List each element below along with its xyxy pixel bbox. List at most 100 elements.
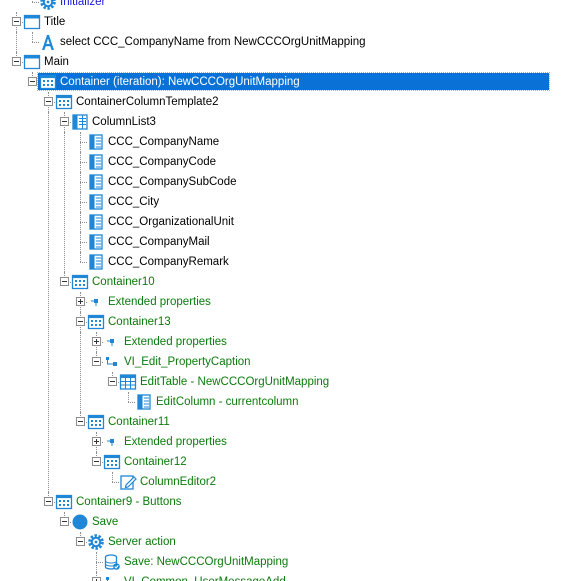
column-editor-icon	[119, 473, 137, 491]
tree-node-label: Extended properties	[124, 436, 227, 448]
column-icon	[135, 393, 153, 411]
column-icon	[87, 173, 105, 191]
collapse-toggle[interactable]	[60, 117, 69, 126]
tree-node-col-companyremark[interactable]: CCC_CompanyRemark	[0, 252, 569, 272]
tree-node-col-companyname[interactable]: CCC_CompanyName	[0, 132, 569, 152]
tree-node-label: VI_Common_UserMessageAdd	[124, 575, 286, 581]
tree-node-columneditor2[interactable]: ColumnEditor2	[0, 472, 569, 492]
designer-tree-view[interactable]: Initializer Title select CCC_CompanyName f…	[0, 0, 569, 581]
tree-node-label: CCC_CompanySubCode	[108, 176, 237, 188]
tree-node-container11[interactable]: Container11	[0, 412, 569, 432]
table-icon	[119, 373, 137, 391]
grid-icon	[87, 313, 105, 331]
collapse-toggle[interactable]	[92, 457, 101, 466]
tree-node-label: ColumnList3	[92, 116, 156, 128]
grid-icon	[55, 93, 73, 111]
tree-node-col-city[interactable]: CCC_City	[0, 192, 569, 212]
tree-node-label: Container9 - Buttons	[76, 496, 182, 508]
tree-node-vi-edit-propertycaption[interactable]: VI_Edit_PropertyCaption	[0, 352, 569, 372]
database-icon	[103, 553, 121, 571]
expand-toggle[interactable]	[92, 437, 101, 446]
component-reference-icon	[103, 573, 121, 581]
tree-node-label: Extended properties	[108, 296, 211, 308]
tree-node-label: CCC_CompanyRemark	[108, 256, 229, 268]
tree-node-editcolumn[interactable]: EditColumn - currentcolumn	[0, 392, 569, 412]
tree-node-label: CCC_City	[108, 196, 160, 208]
tree-node-label: select CCC_CompanyName from NewCCCOrgUni…	[60, 36, 366, 48]
tree-node-label: Initializer	[60, 0, 106, 8]
tree-node-label: Container (iteration): NewCCCOrgUnitMapp…	[60, 76, 300, 88]
tree-node-container13[interactable]: Container13	[0, 312, 569, 332]
tree-node-extprops-1[interactable]: Extended properties	[0, 292, 569, 312]
tree-node-extprops-2[interactable]: Extended properties	[0, 332, 569, 352]
collapse-toggle[interactable]	[76, 317, 85, 326]
tree-node-label: ContainerColumnTemplate2	[76, 96, 219, 108]
circle-icon	[71, 513, 89, 531]
tree-node-label: Main	[44, 56, 69, 68]
column-list-icon	[71, 113, 89, 131]
tree-node-container-column-template2[interactable]: ContainerColumnTemplate2	[0, 92, 569, 112]
tree-node-col-companysubcode[interactable]: CCC_CompanySubCode	[0, 172, 569, 192]
column-icon	[87, 153, 105, 171]
gear-icon	[39, 0, 57, 11]
collapse-toggle[interactable]	[60, 517, 69, 526]
tree-node-container-iteration[interactable]: Container (iteration): NewCCCOrgUnitMapp…	[0, 72, 569, 92]
extended-properties-icon	[103, 333, 121, 351]
collapse-toggle[interactable]	[108, 377, 117, 386]
collapse-toggle[interactable]	[44, 497, 53, 506]
tree-node-label: Container11	[108, 416, 170, 428]
collapse-toggle[interactable]	[76, 537, 85, 546]
tree-node-label: CCC_CompanyMail	[108, 236, 210, 248]
tree-node-columnlist3[interactable]: ColumnList3	[0, 112, 569, 132]
tree-node-col-companycode[interactable]: CCC_CompanyCode	[0, 152, 569, 172]
column-icon	[87, 213, 105, 231]
gear-icon	[87, 533, 105, 551]
column-icon	[87, 253, 105, 271]
collapse-toggle[interactable]	[12, 57, 21, 66]
expand-toggle[interactable]	[92, 577, 101, 581]
grid-icon	[55, 493, 73, 511]
tree-node-label: Container10	[92, 276, 155, 288]
tree-node-edittable[interactable]: EditTable - NewCCCOrgUnitMapping	[0, 372, 569, 392]
grid-icon	[71, 273, 89, 291]
tree-node-label: VI_Edit_PropertyCaption	[124, 356, 251, 368]
tree-node-container9-buttons[interactable]: Container9 - Buttons	[0, 492, 569, 512]
tree-node-title-text[interactable]: select CCC_CompanyName from NewCCCOrgUni…	[0, 32, 569, 52]
tree-node-label: Save: NewCCCOrgUnitMapping	[124, 556, 289, 568]
tree-node-container10[interactable]: Container10	[0, 272, 569, 292]
tree-node-col-companymail[interactable]: CCC_CompanyMail	[0, 232, 569, 252]
expand-toggle[interactable]	[76, 297, 85, 306]
tree-node-label: CCC_CompanyCode	[108, 156, 217, 168]
tree-node-label: Title	[44, 16, 66, 28]
tree-node-main[interactable]: Main	[0, 52, 569, 72]
tree-node-label: Container12	[124, 456, 187, 468]
column-icon	[87, 193, 105, 211]
grid-icon	[87, 413, 105, 431]
expand-toggle[interactable]	[92, 337, 101, 346]
tree-node-save-mapping[interactable]: Save: NewCCCOrgUnitMapping	[0, 552, 569, 572]
collapse-toggle[interactable]	[76, 417, 85, 426]
tree-node-container12[interactable]: Container12	[0, 452, 569, 472]
tree-node-label: Save	[92, 516, 119, 528]
tree-node-label: CCC_OrganizationalUnit	[108, 216, 234, 228]
collapse-toggle[interactable]	[12, 17, 21, 26]
column-icon	[87, 233, 105, 251]
tree-node-col-orgunit[interactable]: CCC_OrganizationalUnit	[0, 212, 569, 232]
collapse-toggle[interactable]	[44, 97, 53, 106]
collapse-toggle[interactable]	[92, 357, 101, 366]
tree-node-label: Server action	[108, 536, 176, 548]
tree-node-initializer[interactable]: Initializer	[0, 0, 569, 12]
tree-node-label: Extended properties	[124, 336, 227, 348]
collapse-toggle[interactable]	[28, 77, 37, 86]
tree-node-server-action[interactable]: Server action	[0, 532, 569, 552]
window-icon	[23, 53, 41, 71]
tree-node-extprops-3[interactable]: Extended properties	[0, 432, 569, 452]
collapse-toggle[interactable]	[60, 277, 69, 286]
tree-node-save[interactable]: Save	[0, 512, 569, 532]
component-reference-icon	[103, 353, 121, 371]
tree-node-title[interactable]: Title	[0, 12, 569, 32]
grid-icon	[39, 73, 57, 91]
tree-node-label: ColumnEditor2	[140, 476, 217, 488]
tree-node-vi-common-usermessageadd[interactable]: VI_Common_UserMessageAdd	[0, 572, 569, 581]
text-a-icon	[39, 33, 57, 51]
